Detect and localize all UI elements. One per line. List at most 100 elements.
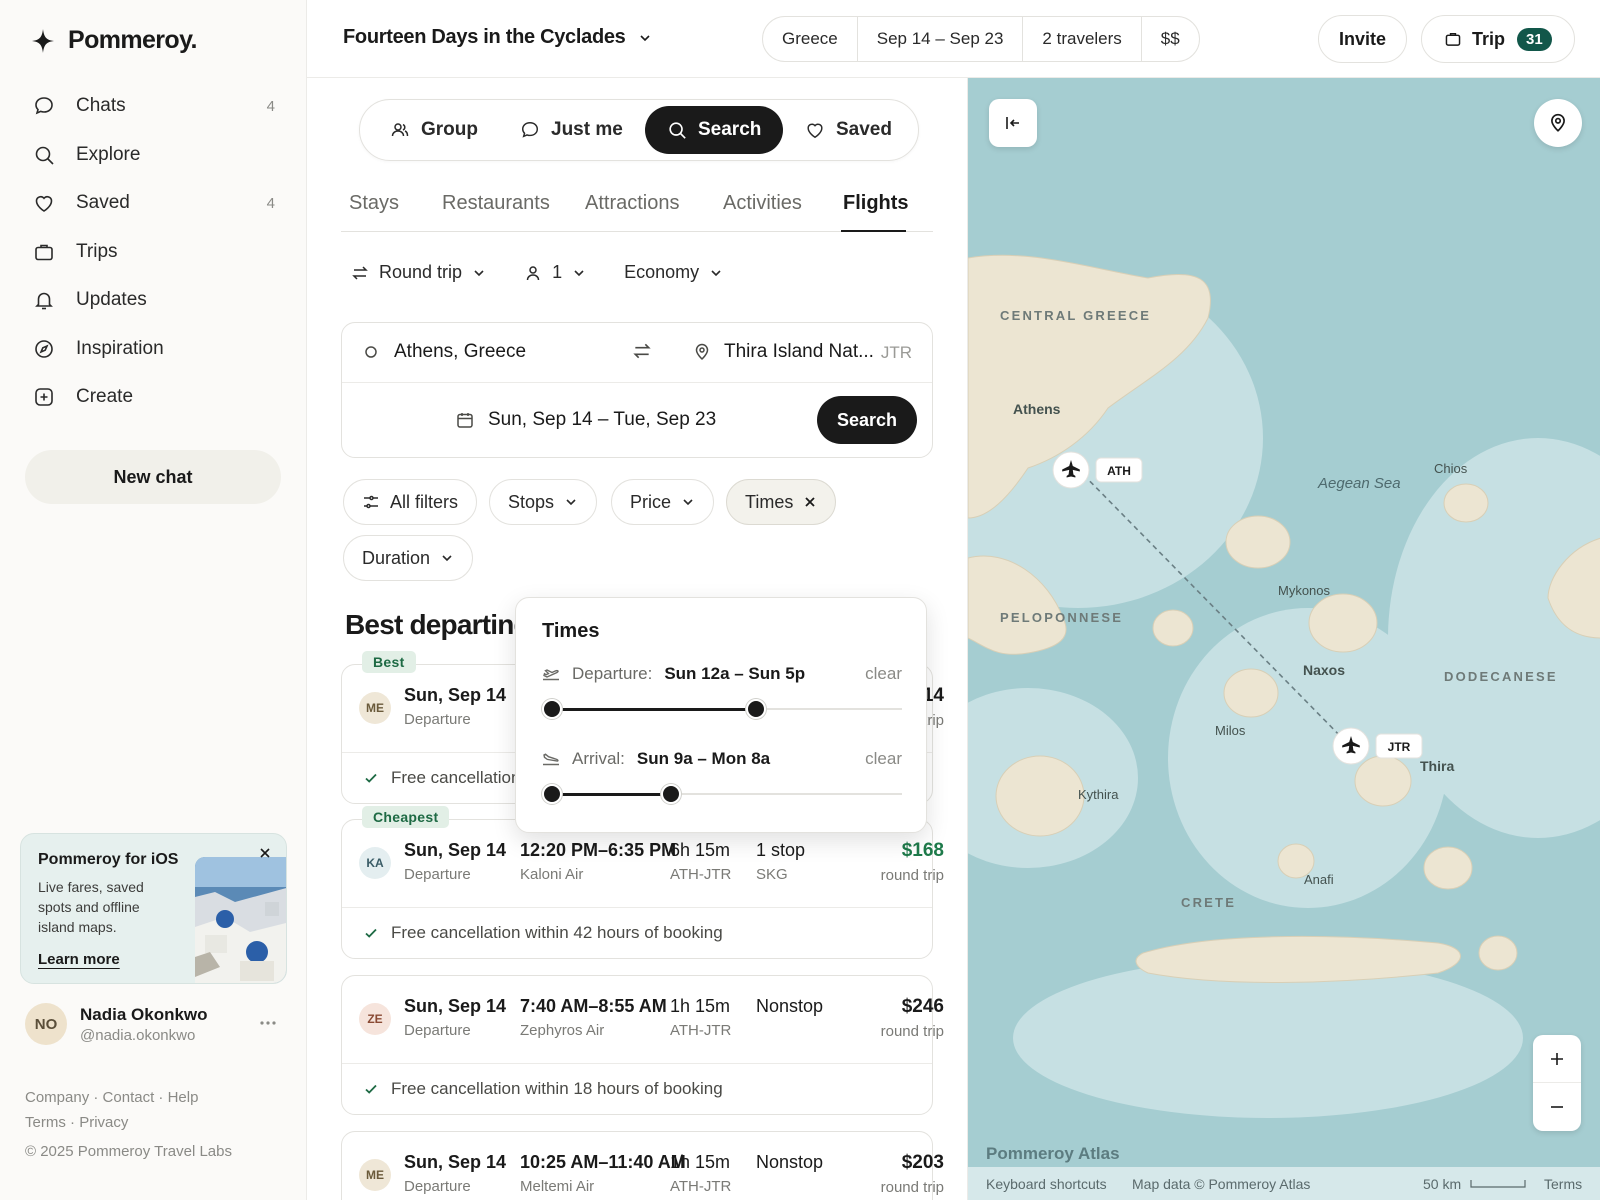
cancellation-note: Free cancellation within 18 hours of boo… — [342, 1063, 932, 1114]
new-chat-button[interactable]: New chat — [25, 450, 281, 504]
tab-attractions[interactable]: Attractions — [585, 192, 679, 215]
dates-field[interactable]: Sun, Sep 14 – Tue, Sep 23 — [456, 409, 716, 431]
close-icon[interactable] — [258, 846, 272, 860]
search-button[interactable]: Search — [817, 396, 917, 444]
active-tab-underline — [841, 230, 906, 232]
trip-button[interactable]: Trip 31 — [1421, 15, 1575, 63]
footer-link-help[interactable]: Help — [168, 1089, 199, 1106]
airline-name: Zephyros Air — [520, 1022, 605, 1039]
slider-end-handle[interactable] — [746, 699, 766, 719]
footer-link-terms[interactable]: Terms — [25, 1114, 66, 1131]
mode-label: Saved — [836, 119, 892, 140]
flight-duration: 1h 15m ATH-JTR — [670, 996, 731, 1039]
travelers-button[interactable]: 2 travelers — [1023, 17, 1142, 61]
place-label: Milos — [1215, 723, 1246, 738]
slider-start-handle[interactable] — [542, 784, 562, 804]
promo-text: Live fares, saved spots and offline isla… — [38, 879, 144, 935]
flight-card[interactable]: ZE Sun, Sep 14 Departure 7:40 AM–8:55 AM Z… — [341, 975, 944, 1115]
times-chip[interactable]: Times — [726, 479, 837, 525]
tab-restaurants[interactable]: Restaurants — [442, 192, 550, 215]
all-filters-chip[interactable]: All filters — [343, 479, 478, 525]
flight-price: $168 round trip — [881, 840, 944, 884]
brand-name: Pommeroy. — [68, 26, 198, 54]
tab-flights[interactable]: Flights — [843, 192, 909, 215]
sidebar-item-saved[interactable]: Saved 4 — [25, 179, 281, 228]
mode-saved[interactable]: Saved — [783, 106, 914, 154]
flight-date: Sun, Sep 14 Departure — [404, 840, 506, 883]
zoom-in-button[interactable] — [1533, 1035, 1581, 1083]
cabin-class-dropdown[interactable]: Economy — [624, 262, 723, 283]
sidebar-item-create[interactable]: Create — [25, 373, 281, 422]
chevron-down-icon — [442, 555, 452, 562]
mode-search[interactable]: Search — [645, 106, 784, 154]
dates-button[interactable]: Sep 14 – Sep 23 — [858, 17, 1024, 61]
sidebar-item-updates[interactable]: Updates — [25, 276, 281, 325]
trip-type-dropdown[interactable]: Round trip — [351, 262, 486, 283]
price-chip[interactable]: Price — [611, 479, 715, 525]
departure-clear-button[interactable]: clear — [865, 664, 902, 684]
zoom-out-button[interactable] — [1533, 1083, 1581, 1131]
tab-activities[interactable]: Activities — [723, 192, 802, 215]
mode-just-me[interactable]: Just me — [498, 106, 645, 154]
check-icon — [365, 928, 377, 938]
more-icon[interactable] — [258, 1013, 278, 1033]
heart-icon — [807, 123, 823, 139]
footer-link-contact[interactable]: Contact — [103, 1089, 155, 1106]
close-icon[interactable] — [803, 495, 817, 509]
collapse-map-button[interactable] — [989, 99, 1037, 147]
arrival-label: Arrival: — [572, 749, 625, 768]
destination-button[interactable]: Greece — [763, 17, 858, 61]
sidebar-item-label: Inspiration — [76, 337, 164, 359]
arrival-clear-button[interactable]: clear — [865, 749, 902, 769]
slider-end-handle[interactable] — [661, 784, 681, 804]
sidebar-item-chats[interactable]: Chats 4 — [25, 82, 281, 131]
chat-icon — [521, 121, 539, 138]
departure-time-slider[interactable] — [542, 698, 902, 720]
duration-value: 6h 15m — [670, 840, 731, 860]
sidebar-item-explore[interactable]: Explore — [25, 131, 281, 180]
origin-field[interactable]: Athens, Greece — [364, 341, 526, 363]
destination-field[interactable]: Thira Island Nat... — [694, 341, 874, 363]
flight-stops: 1 stop SKG — [756, 840, 805, 883]
stops-chip[interactable]: Stops — [489, 479, 598, 525]
cabin-class-label: Economy — [624, 262, 700, 282]
flight-card[interactable]: Cheapest KA Sun, Sep 14 Departure 12:20 P… — [341, 806, 944, 959]
slider-range-fill — [552, 708, 756, 711]
brand[interactable]: Pommeroy. — [32, 26, 198, 55]
sidebar-item-inspiration[interactable]: Inspiration — [25, 325, 281, 374]
passengers-dropdown[interactable]: 1 — [524, 262, 586, 283]
sea-label: Aegean Sea — [1317, 475, 1401, 492]
price-value: $246 — [901, 996, 944, 1017]
flight-date: Sun, Sep 14 Departure — [404, 685, 506, 728]
sidebar-item-trips[interactable]: Trips — [25, 228, 281, 277]
map-terms-link[interactable]: Terms — [1544, 1176, 1582, 1192]
region-label: DODECANESE — [1444, 669, 1558, 684]
keyboard-shortcuts-link[interactable]: Keyboard shortcuts — [986, 1176, 1107, 1192]
user-profile[interactable]: NO Nadia Okonkwo @nadia.okonkwo — [25, 1003, 208, 1045]
trip-summary-bar: Greece Sep 14 – Sep 23 2 travelers $$ — [762, 16, 1200, 62]
promo-learn-more-link[interactable]: Learn more — [38, 951, 120, 968]
mode-group[interactable]: Group — [368, 106, 500, 154]
swap-route-icon[interactable] — [632, 341, 652, 361]
trip-title-dropdown[interactable]: Fourteen Days in the Cyclades — [343, 26, 652, 49]
slider-start-handle[interactable] — [542, 699, 562, 719]
footer-link-company[interactable]: Company — [25, 1089, 89, 1106]
flight-card[interactable]: ME Sun, Sep 14 Departure 10:25 AM–11:40 A… — [341, 1131, 944, 1200]
budget-button[interactable]: $$ — [1142, 17, 1199, 61]
airline-avatar: KA — [359, 847, 391, 879]
chevron-down-icon — [566, 499, 576, 506]
tab-stays[interactable]: Stays — [349, 192, 399, 215]
invite-button[interactable]: Invite — [1318, 15, 1407, 63]
price-value: $203 — [901, 1152, 944, 1173]
footer-separator: · — [158, 1089, 164, 1106]
duration-chip[interactable]: Duration — [343, 535, 474, 581]
stops-value: Nonstop — [756, 1152, 824, 1172]
flight-card-summary: Cheapest KA Sun, Sep 14 Departure 12:20 P… — [342, 806, 944, 907]
arrival-time-slider[interactable] — [542, 783, 902, 805]
footer-link-privacy[interactable]: Privacy — [79, 1114, 128, 1131]
location-button[interactable] — [1534, 99, 1582, 147]
landing-icon — [543, 753, 559, 766]
route-code: ATH-JTR — [670, 866, 732, 883]
map-panel[interactable]: CENTRAL GREECE PELOPONNESE DODECANESE CR… — [967, 78, 1600, 1200]
region-label: CENTRAL GREECE — [1000, 308, 1151, 323]
